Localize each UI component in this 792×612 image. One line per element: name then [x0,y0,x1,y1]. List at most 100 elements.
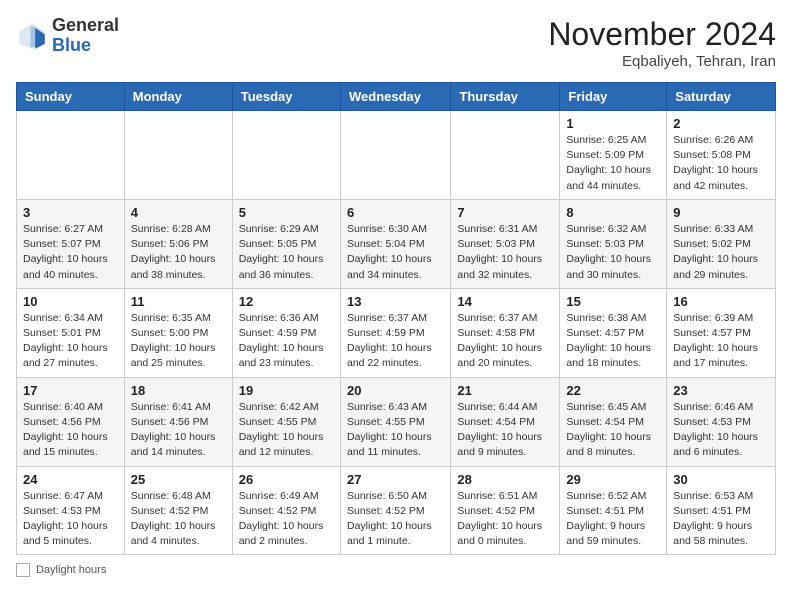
calendar-cell: 16 Sunrise: 6:39 AM Sunset: 4:57 PM Dayli… [667,288,776,377]
day-detail: Sunrise: 6:53 AM Sunset: 4:51 PM Dayligh… [673,489,769,550]
day-number: 2 [673,116,769,131]
calendar-cell: 14Sunrise: 6:37 AM Sunset: 4:58 PM Dayli… [451,288,560,377]
weekday-header: Sunday [17,83,125,111]
title-block: November 2024 Eqbaliyeh, Tehran, Iran [548,16,776,70]
day-detail: Sunrise: 6:37 AM Sunset: 4:58 PM Dayligh… [457,311,553,372]
calendar-week-row: 1 Sunrise: 6:25 AM Sunset: 5:09 PM Daylig… [17,111,776,200]
logo-text: General Blue [52,16,119,56]
day-detail: Sunrise: 6:39 AM Sunset: 4:57 PM Dayligh… [673,311,769,372]
day-number: 9 [673,205,769,220]
day-detail: Sunrise: 6:30 AM Sunset: 5:04 PM Dayligh… [347,222,444,283]
calendar-cell: 20Sunrise: 6:43 AM Sunset: 4:55 PM Dayli… [340,377,450,466]
day-detail: Sunrise: 6:51 AM Sunset: 4:52 PM Dayligh… [457,489,553,550]
day-number: 3 [23,205,118,220]
calendar-cell: 3 Sunrise: 6:27 AM Sunset: 5:07 PM Daylig… [17,199,125,288]
calendar-cell: 4Sunrise: 6:28 AM Sunset: 5:06 PM Daylig… [124,199,232,288]
day-number: 15 [566,294,660,309]
calendar-cell: 25 Sunrise: 6:48 AM Sunset: 4:52 PM Dayli… [124,466,232,555]
day-detail: Sunrise: 6:47 AM Sunset: 4:53 PM Dayligh… [23,489,118,550]
calendar-cell [124,111,232,200]
calendar-cell: 8 Sunrise: 6:32 AM Sunset: 5:03 PM Daylig… [560,199,667,288]
calendar-cell [451,111,560,200]
calendar-cell: 7 Sunrise: 6:31 AM Sunset: 5:03 PM Daylig… [451,199,560,288]
day-detail: Sunrise: 6:36 AM Sunset: 4:59 PM Dayligh… [239,311,334,372]
weekday-header: Saturday [667,83,776,111]
calendar-cell: 2 Sunrise: 6:26 AM Sunset: 5:08 PM Daylig… [667,111,776,200]
day-number: 11 [131,294,226,309]
day-number: 25 [131,472,226,487]
calendar-cell: 1 Sunrise: 6:25 AM Sunset: 5:09 PM Daylig… [560,111,667,200]
day-detail: Sunrise: 6:29 AM Sunset: 5:05 PM Dayligh… [239,222,334,283]
day-detail: Sunrise: 6:25 AM Sunset: 5:09 PM Dayligh… [566,133,660,194]
calendar-cell: 26Sunrise: 6:49 AM Sunset: 4:52 PM Dayli… [232,466,340,555]
day-detail: Sunrise: 6:33 AM Sunset: 5:02 PM Dayligh… [673,222,769,283]
day-detail: Sunrise: 6:26 AM Sunset: 5:08 PM Dayligh… [673,133,769,194]
day-number: 5 [239,205,334,220]
legend-label: Daylight hours [36,564,106,576]
calendar-cell: 23Sunrise: 6:46 AM Sunset: 4:53 PM Dayli… [667,377,776,466]
calendar-cell: 28Sunrise: 6:51 AM Sunset: 4:52 PM Dayli… [451,466,560,555]
day-detail: Sunrise: 6:52 AM Sunset: 4:51 PM Dayligh… [566,489,660,550]
day-number: 1 [566,116,660,131]
calendar-cell: 29 Sunrise: 6:52 AM Sunset: 4:51 PM Dayli… [560,466,667,555]
day-number: 10 [23,294,118,309]
calendar-week-row: 10Sunrise: 6:34 AM Sunset: 5:01 PM Dayli… [17,288,776,377]
day-detail: Sunrise: 6:48 AM Sunset: 4:52 PM Dayligh… [131,489,226,550]
calendar-footer: Daylight hours [16,563,776,577]
day-number: 4 [131,205,226,220]
day-detail: Sunrise: 6:35 AM Sunset: 5:00 PM Dayligh… [131,311,226,372]
day-number: 29 [566,472,660,487]
calendar-cell [17,111,125,200]
month-title: November 2024 [548,16,776,53]
calendar-cell: 10Sunrise: 6:34 AM Sunset: 5:01 PM Dayli… [17,288,125,377]
day-number: 26 [239,472,334,487]
calendar-cell: 30 Sunrise: 6:53 AM Sunset: 4:51 PM Dayli… [667,466,776,555]
day-number: 16 [673,294,769,309]
calendar-cell: 9 Sunrise: 6:33 AM Sunset: 5:02 PM Daylig… [667,199,776,288]
calendar-cell: 24 Sunrise: 6:47 AM Sunset: 4:53 PM Dayli… [17,466,125,555]
day-detail: Sunrise: 6:50 AM Sunset: 4:52 PM Dayligh… [347,489,444,550]
day-detail: Sunrise: 6:40 AM Sunset: 4:56 PM Dayligh… [23,400,118,461]
day-detail: Sunrise: 6:41 AM Sunset: 4:56 PM Dayligh… [131,400,226,461]
calendar-cell: 6 Sunrise: 6:30 AM Sunset: 5:04 PM Daylig… [340,199,450,288]
day-number: 30 [673,472,769,487]
weekday-header: Thursday [451,83,560,111]
day-number: 6 [347,205,444,220]
calendar-cell: 22Sunrise: 6:45 AM Sunset: 4:54 PM Dayli… [560,377,667,466]
day-detail: Sunrise: 6:37 AM Sunset: 4:59 PM Dayligh… [347,311,444,372]
day-number: 27 [347,472,444,487]
calendar-cell: 19 Sunrise: 6:42 AM Sunset: 4:55 PM Dayli… [232,377,340,466]
calendar-cell: 13 Sunrise: 6:37 AM Sunset: 4:59 PM Dayli… [340,288,450,377]
day-number: 19 [239,383,334,398]
day-number: 18 [131,383,226,398]
day-detail: Sunrise: 6:46 AM Sunset: 4:53 PM Dayligh… [673,400,769,461]
day-detail: Sunrise: 6:43 AM Sunset: 4:55 PM Dayligh… [347,400,444,461]
day-number: 22 [566,383,660,398]
day-detail: Sunrise: 6:32 AM Sunset: 5:03 PM Dayligh… [566,222,660,283]
legend-box [16,563,30,577]
day-number: 8 [566,205,660,220]
day-detail: Sunrise: 6:38 AM Sunset: 4:57 PM Dayligh… [566,311,660,372]
logo-icon [16,20,48,52]
calendar-week-row: 24 Sunrise: 6:47 AM Sunset: 4:53 PM Dayli… [17,466,776,555]
day-number: 13 [347,294,444,309]
calendar-cell: 18 Sunrise: 6:41 AM Sunset: 4:56 PM Dayli… [124,377,232,466]
day-detail: Sunrise: 6:27 AM Sunset: 5:07 PM Dayligh… [23,222,118,283]
calendar-cell: 15 Sunrise: 6:38 AM Sunset: 4:57 PM Dayli… [560,288,667,377]
calendar-cell: 11 Sunrise: 6:35 AM Sunset: 5:00 PM Dayli… [124,288,232,377]
weekday-header: Wednesday [340,83,450,111]
day-number: 7 [457,205,553,220]
day-number: 12 [239,294,334,309]
day-number: 17 [23,383,118,398]
location: Eqbaliyeh, Tehran, Iran [548,53,776,70]
day-number: 24 [23,472,118,487]
calendar-cell: 17 Sunrise: 6:40 AM Sunset: 4:56 PM Dayli… [17,377,125,466]
calendar-cell: 27 Sunrise: 6:50 AM Sunset: 4:52 PM Dayli… [340,466,450,555]
calendar-week-row: 17 Sunrise: 6:40 AM Sunset: 4:56 PM Dayli… [17,377,776,466]
day-detail: Sunrise: 6:42 AM Sunset: 4:55 PM Dayligh… [239,400,334,461]
weekday-header: Monday [124,83,232,111]
calendar-cell [340,111,450,200]
day-detail: Sunrise: 6:31 AM Sunset: 5:03 PM Dayligh… [457,222,553,283]
page-header: General Blue November 2024 Eqbaliyeh, Te… [16,16,776,70]
calendar-cell [232,111,340,200]
